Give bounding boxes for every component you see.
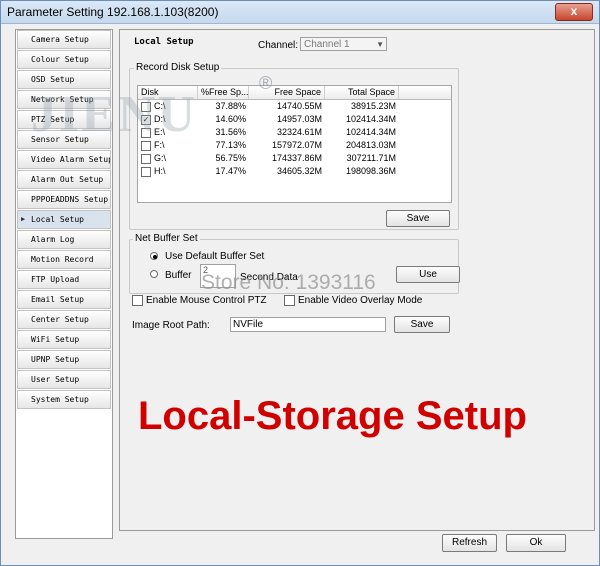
video-overlay-label: Enable Video Overlay Mode [298, 295, 423, 306]
total-space: 198098.36M [345, 166, 396, 176]
sidebar-item-label: Center Setup [31, 315, 89, 324]
sidebar-item-label: System Setup [31, 395, 89, 404]
free-space: 32324.61M [276, 127, 322, 137]
mouse-ptz-checkbox[interactable] [132, 295, 143, 306]
chevron-down-icon: ▼ [376, 40, 384, 49]
sidebar-item-alarm-out-setup[interactable]: Alarm Out Setup [17, 170, 111, 189]
sidebar-item-local-setup[interactable]: ▶ Local Setup [17, 210, 111, 229]
disk-name: G:\ [154, 153, 167, 163]
sidebar-item-video-alarm-setup[interactable]: Video Alarm Setup [17, 150, 111, 169]
free-space: 34605.32M [276, 166, 322, 176]
total-space: 102414.34M [345, 114, 396, 124]
free-space: 157972.07M [271, 140, 322, 150]
sidebar-item-label: PPPOEADDNS Setup [31, 195, 109, 204]
caption-text: Local-Storage Setup [138, 394, 527, 438]
sidebar-item-label: Email Setup [31, 295, 84, 304]
sidebar-item-label: Alarm Log [31, 235, 75, 244]
brand-watermark: JIENU [31, 86, 198, 143]
title-bar: Parameter Setting 192.168.1.103(8200) x [1, 1, 599, 24]
channel-label: Channel: [258, 40, 299, 51]
sidebar-item-label: Video Alarm Setup [31, 155, 111, 164]
image-root-input[interactable]: NVFile [230, 317, 386, 332]
sidebar-item-label: UPNP Setup [31, 355, 80, 364]
registered-mark: ® [259, 73, 273, 93]
free-percent: 31.56% [215, 127, 246, 137]
sidebar-item-label: Local Setup [31, 215, 84, 224]
total-space: 307211.71M [346, 153, 396, 163]
total-space: 102414.34M [345, 127, 396, 137]
sidebar-item-label: Alarm Out Setup [31, 175, 104, 184]
sidebar-item-upnp-setup[interactable]: UPNP Setup [17, 350, 111, 369]
custom-buffer-radio[interactable] [150, 270, 158, 278]
sidebar-item-label: Motion Record [31, 255, 94, 264]
page-title: Local Setup [134, 37, 194, 47]
sidebar-item-label: Camera Setup [31, 35, 89, 44]
col-total-space[interactable]: Total Space [325, 86, 399, 99]
default-buffer-label: Use Default Buffer Set [165, 251, 265, 262]
sidebar-item-label: OSD Setup [31, 75, 75, 84]
free-space: 14957.03M [276, 114, 322, 124]
free-percent: 77.13% [215, 140, 246, 150]
ok-button[interactable]: Ok [506, 534, 566, 552]
sidebar-item-ftp-upload[interactable]: FTP Upload [17, 270, 111, 289]
sidebar-item-label: User Setup [31, 375, 80, 384]
sidebar-item-center-setup[interactable]: Center Setup [17, 310, 111, 329]
sidebar-item-email-setup[interactable]: Email Setup [17, 290, 111, 309]
sidebar-item-camera-setup[interactable]: Camera Setup [17, 30, 111, 49]
free-percent: 56.75% [215, 153, 246, 163]
channel-select[interactable]: Channel 1 ▼ [300, 37, 387, 51]
free-space: 14740.55M [276, 101, 322, 111]
sidebar-item-label: WiFi Setup [31, 335, 80, 344]
sidebar-item-colour-setup[interactable]: Colour Setup [17, 50, 111, 69]
buffer-use-button[interactable]: Use [396, 266, 460, 283]
sidebar-item-motion-record[interactable]: Motion Record [17, 250, 111, 269]
net-buffer-legend: Net Buffer Set [133, 233, 200, 244]
table-row[interactable]: H:\ 17.47% 34605.32M 198098.36M [138, 165, 451, 178]
sidebar-item-label: Colour Setup [31, 55, 89, 64]
refresh-button[interactable]: Refresh [442, 534, 497, 552]
window-title: Parameter Setting 192.168.1.103(8200) [7, 5, 219, 19]
total-space: 204813.03M [345, 140, 396, 150]
disk-checkbox[interactable] [141, 167, 151, 177]
buffer-label: Buffer [165, 270, 192, 281]
table-row[interactable]: G:\ 56.75% 174337.86M 307211.71M [138, 152, 451, 165]
active-arrow-icon: ▶ [21, 215, 26, 223]
col-free-percent[interactable]: %Free Sp... [198, 86, 249, 99]
mouse-ptz-label: Enable Mouse Control PTZ [146, 295, 267, 306]
channel-select-value: Channel 1 [304, 39, 350, 50]
sidebar-item-wifi-setup[interactable]: WiFi Setup [17, 330, 111, 349]
free-percent: 37.88% [215, 101, 246, 111]
video-overlay-checkbox[interactable] [284, 295, 295, 306]
disk-name: H:\ [154, 166, 166, 176]
disk-save-button[interactable]: Save [386, 210, 450, 227]
free-space: 174337.86M [271, 153, 322, 163]
close-button[interactable]: x [555, 3, 593, 21]
sidebar-item-label: FTP Upload [31, 275, 80, 284]
parameter-setting-window: Parameter Setting 192.168.1.103(8200) x … [0, 0, 600, 566]
default-buffer-radio[interactable] [150, 252, 158, 260]
sidebar-item-alarm-log[interactable]: Alarm Log [17, 230, 111, 249]
free-percent: 14.60% [215, 114, 246, 124]
store-watermark: Store No: 1393116 [201, 271, 376, 294]
disk-checkbox[interactable] [141, 154, 151, 164]
image-root-label: Image Root Path: [132, 320, 210, 331]
total-space: 38915.23M [350, 101, 396, 111]
image-root-save-button[interactable]: Save [394, 316, 450, 333]
free-percent: 17.47% [215, 166, 246, 176]
record-disk-legend: Record Disk Setup [134, 62, 222, 73]
sidebar-item-pppoeaddns-setup[interactable]: PPPOEADDNS Setup [17, 190, 111, 209]
sidebar-item-system-setup[interactable]: System Setup [17, 390, 111, 409]
sidebar-item-user-setup[interactable]: User Setup [17, 370, 111, 389]
